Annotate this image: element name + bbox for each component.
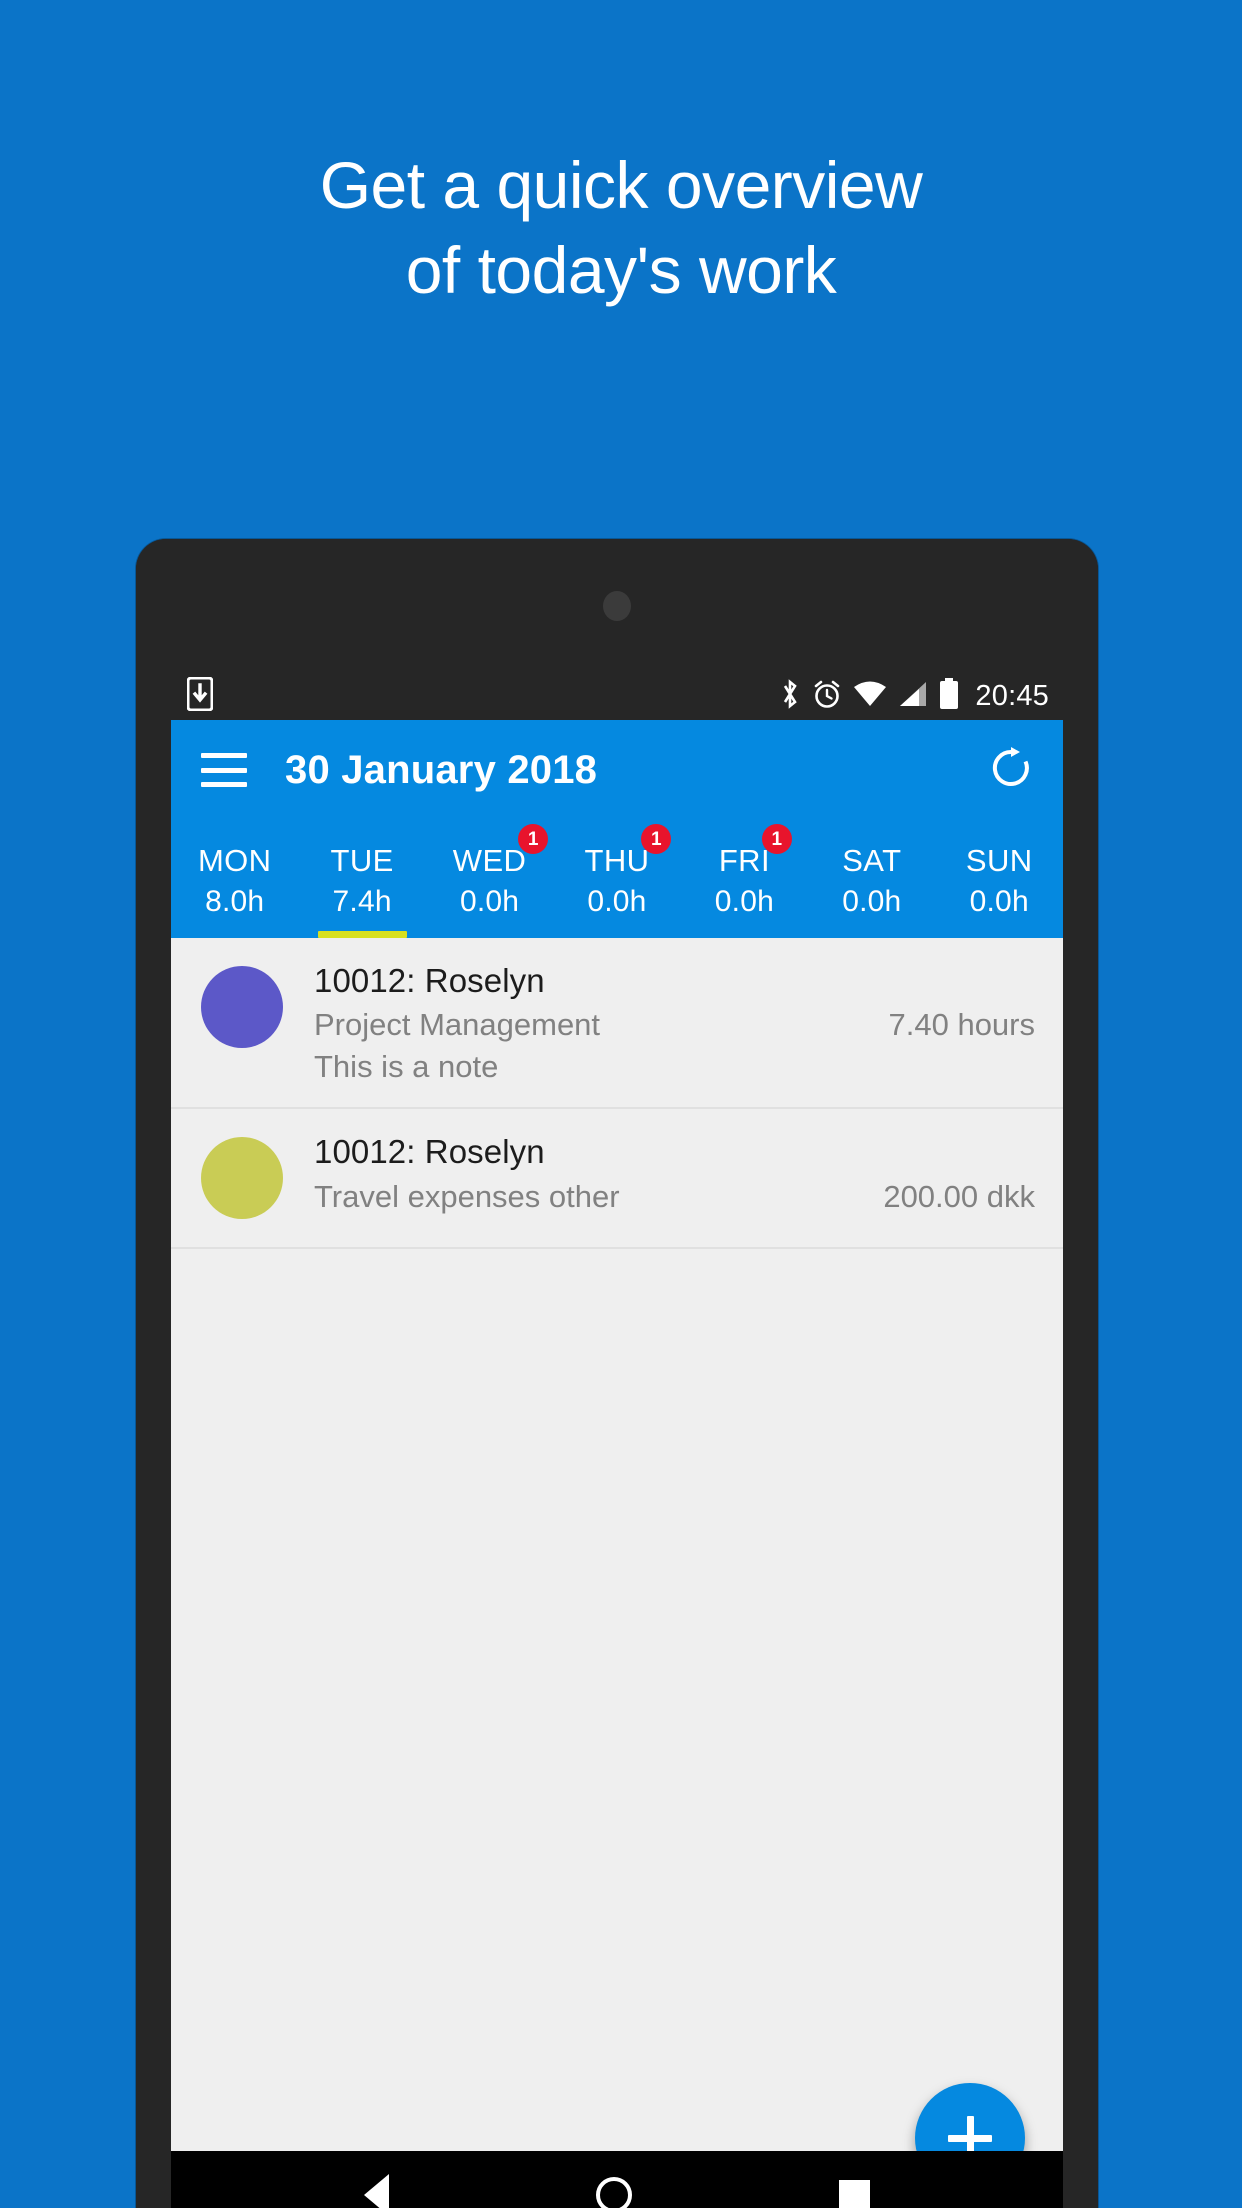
entry-subtitle: Project Management [314,1007,601,1043]
list-item-body: 10012: Roselyn Project Management 7.40 h… [314,960,1035,1085]
entry-value: 7.40 hours [888,1007,1036,1043]
day-tab-hours: 8.0h [205,885,265,918]
front-camera-icon [603,591,631,621]
day-tab-hours: 0.0h [969,885,1029,918]
phone-device-frame: 20:45 30 January 2018 MON 8.0h TUE 7.4h … [136,539,1098,2208]
day-tab-label-text: THU [584,843,650,878]
entry-value: 200.00 dkk [883,1178,1035,1214]
day-tab-hours: 0.0h [587,885,647,918]
refresh-icon[interactable] [987,744,1035,797]
day-tab-sun[interactable]: SUN 0.0h [936,820,1063,938]
hamburger-menu-icon[interactable] [201,753,247,787]
bluetooth-icon [779,678,801,715]
status-bar: 20:45 [171,672,1063,720]
day-tab-wed[interactable]: WED 1 0.0h [426,820,553,938]
status-bar-left-icons [186,676,214,716]
list-item[interactable]: 10012: Roselyn Travel expenses other 200… [171,1109,1063,1250]
entry-detail-row: Travel expenses other 200.00 dkk [314,1179,1035,1215]
day-tab-badge: 1 [761,824,792,854]
home-circle-icon[interactable] [595,2177,632,2208]
day-tab-hours: 0.0h [459,885,520,918]
entry-detail-row: Project Management 7.40 hours [314,1007,1035,1043]
day-tab-badge: 1 [641,824,672,854]
save-to-device-icon [186,676,214,716]
day-tab-thu[interactable]: THU 1 0.0h [553,820,680,938]
day-tab-mon[interactable]: MON 8.0h [171,820,298,938]
hamburger-line [201,767,247,773]
android-navigation-bar [171,2151,1063,2208]
selected-tab-indicator [317,931,407,938]
promo-headline-line-1: Get a quick overview [319,148,923,222]
phone-screen: 20:45 30 January 2018 MON 8.0h TUE 7.4h … [171,672,1063,2208]
day-tab-label: THU 1 [584,824,672,879]
status-bar-right-icons: 20:45 [779,677,1049,715]
list-item[interactable]: 10012: Roselyn Project Management 7.40 h… [171,938,1063,1110]
alarm-icon [812,679,842,714]
entry-subtitle: Travel expenses other [314,1178,620,1214]
list-item-body: 10012: Roselyn Travel expenses other 200… [314,1131,1035,1214]
day-tab-label: FRI 1 [718,824,792,879]
phone-bezel-top [136,539,1098,672]
day-tab-label: SUN [965,843,1033,878]
promo-headline-line-2: of today's work [405,233,837,308]
battery-icon [939,677,959,715]
hamburger-line [201,782,247,787]
avatar [201,1137,283,1220]
day-tab-hours: 0.0h [842,885,902,918]
day-tab-bar[interactable]: MON 8.0h TUE 7.4h WED 1 0.0h THU 1 0.0h [171,820,1063,938]
day-tab-hours: 7.4h [332,885,392,918]
app-bar: 30 January 2018 [171,720,1063,820]
entry-title: 10012: Roselyn [314,1133,545,1171]
day-tab-label-text: FRI [718,843,770,878]
day-tab-sat[interactable]: SAT 0.0h [808,820,935,938]
entry-note: This is a note [314,1049,499,1085]
day-tab-tue[interactable]: TUE 7.4h [298,820,425,938]
day-tab-label: WED 1 [452,824,549,879]
day-tab-hours: 0.0h [714,885,774,918]
day-tab-label: MON [197,843,272,878]
day-tab-label: SAT [842,843,902,878]
wifi-icon [853,680,887,713]
day-tab-label-text: WED [452,843,527,878]
avatar [201,966,283,1048]
time-entry-list: 10012: Roselyn Project Management 7.40 h… [171,938,1063,1250]
back-triangle-icon[interactable] [364,2174,390,2208]
recents-square-icon[interactable] [838,2179,870,2208]
cellular-signal-icon [898,680,928,713]
entry-title: 10012: Roselyn [314,962,545,999]
status-bar-clock: 20:45 [975,679,1049,712]
page-title: 30 January 2018 [285,747,598,792]
day-tab-label: TUE [330,843,394,878]
day-tab-badge: 1 [518,824,549,854]
promo-headline: Get a quick overview of today's work [0,148,1242,308]
hamburger-line [201,753,247,758]
day-tab-fri[interactable]: FRI 1 0.0h [681,820,808,938]
